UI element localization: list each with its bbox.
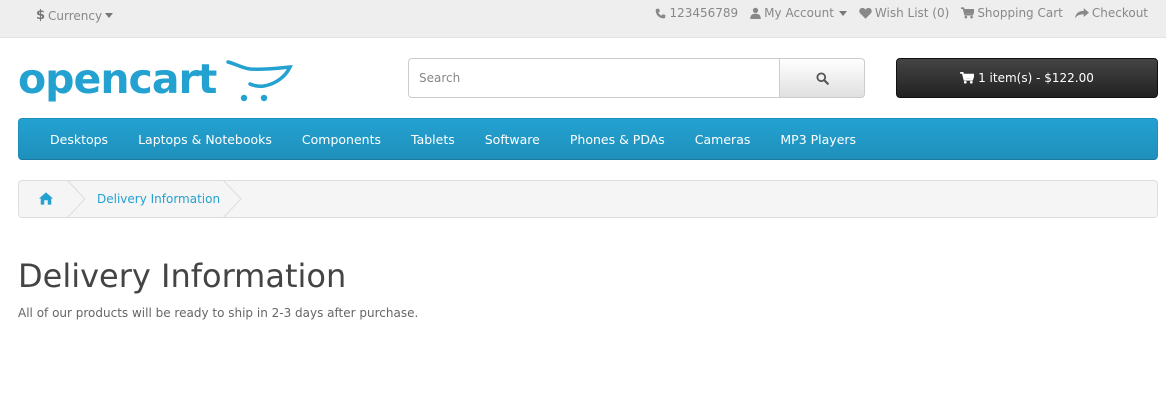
phone-icon xyxy=(656,8,666,18)
currency-dropdown[interactable]: $ Currency xyxy=(36,8,114,23)
top-links: 123456789 My Account Wish List (0) Shopp… xyxy=(643,6,1148,20)
logo[interactable]: opencart xyxy=(18,55,293,108)
home-icon xyxy=(39,192,53,205)
search-button[interactable] xyxy=(780,58,865,98)
wish-list-label: Wish List (0) xyxy=(874,6,950,20)
cart-total-label: 1 item(s) - $122.00 xyxy=(978,71,1094,85)
menu-item-mp3-players[interactable]: MP3 Players xyxy=(765,132,871,147)
menu-item-cameras[interactable]: Cameras xyxy=(680,132,766,147)
shopping-cart-link[interactable]: Shopping Cart xyxy=(961,6,1063,20)
breadcrumb-item-delivery-information[interactable]: Delivery Information xyxy=(97,192,220,206)
search-group xyxy=(408,58,865,98)
logo-cart-icon xyxy=(226,60,293,102)
my-account-dropdown[interactable]: My Account xyxy=(750,6,847,20)
menu-item-tablets[interactable]: Tablets xyxy=(396,132,470,147)
menu-item-laptops-notebooks[interactable]: Laptops & Notebooks xyxy=(123,132,287,147)
breadcrumb-home[interactable] xyxy=(39,192,53,208)
logo-text: opencart xyxy=(18,55,217,103)
menu-item-components[interactable]: Components xyxy=(287,132,396,147)
menu-item-phones-pdas[interactable]: Phones & PDAs xyxy=(555,132,680,147)
checkout-link[interactable]: Checkout xyxy=(1074,6,1148,20)
cart-icon xyxy=(961,7,975,19)
checkout-label: Checkout xyxy=(1091,6,1148,20)
main-menu: Desktops Laptops & Notebooks Components … xyxy=(18,118,1158,160)
menu-item-software[interactable]: Software xyxy=(470,132,555,147)
menu-item-desktops[interactable]: Desktops xyxy=(35,132,123,147)
page-title: Delivery Information xyxy=(18,257,347,295)
phone-link[interactable]: 123456789 xyxy=(655,6,738,20)
heart-icon xyxy=(859,7,872,19)
cart-button[interactable]: 1 item(s) - $122.00 xyxy=(896,58,1158,98)
wish-list-link[interactable]: Wish List (0) xyxy=(859,6,949,20)
caret-down-icon xyxy=(838,10,847,16)
currency-symbol: $ xyxy=(36,8,46,23)
my-account-label: My Account xyxy=(764,6,834,20)
page-text: All of our products will be ready to shi… xyxy=(18,306,419,320)
breadcrumb-separator xyxy=(223,180,242,218)
user-icon xyxy=(750,7,761,19)
search-input[interactable] xyxy=(408,58,780,98)
top-bar: $ Currency 123456789 My Account Wish Lis… xyxy=(0,0,1166,38)
breadcrumb: Delivery Information xyxy=(18,180,1158,218)
caret-down-icon xyxy=(105,13,114,18)
phone-number: 123456789 xyxy=(669,6,739,20)
cart-icon xyxy=(960,72,975,84)
search-icon xyxy=(815,71,829,85)
breadcrumb-separator xyxy=(67,180,86,218)
currency-label: Currency xyxy=(48,8,103,23)
shopping-cart-label: Shopping Cart xyxy=(977,6,1063,20)
share-icon xyxy=(1074,7,1089,19)
